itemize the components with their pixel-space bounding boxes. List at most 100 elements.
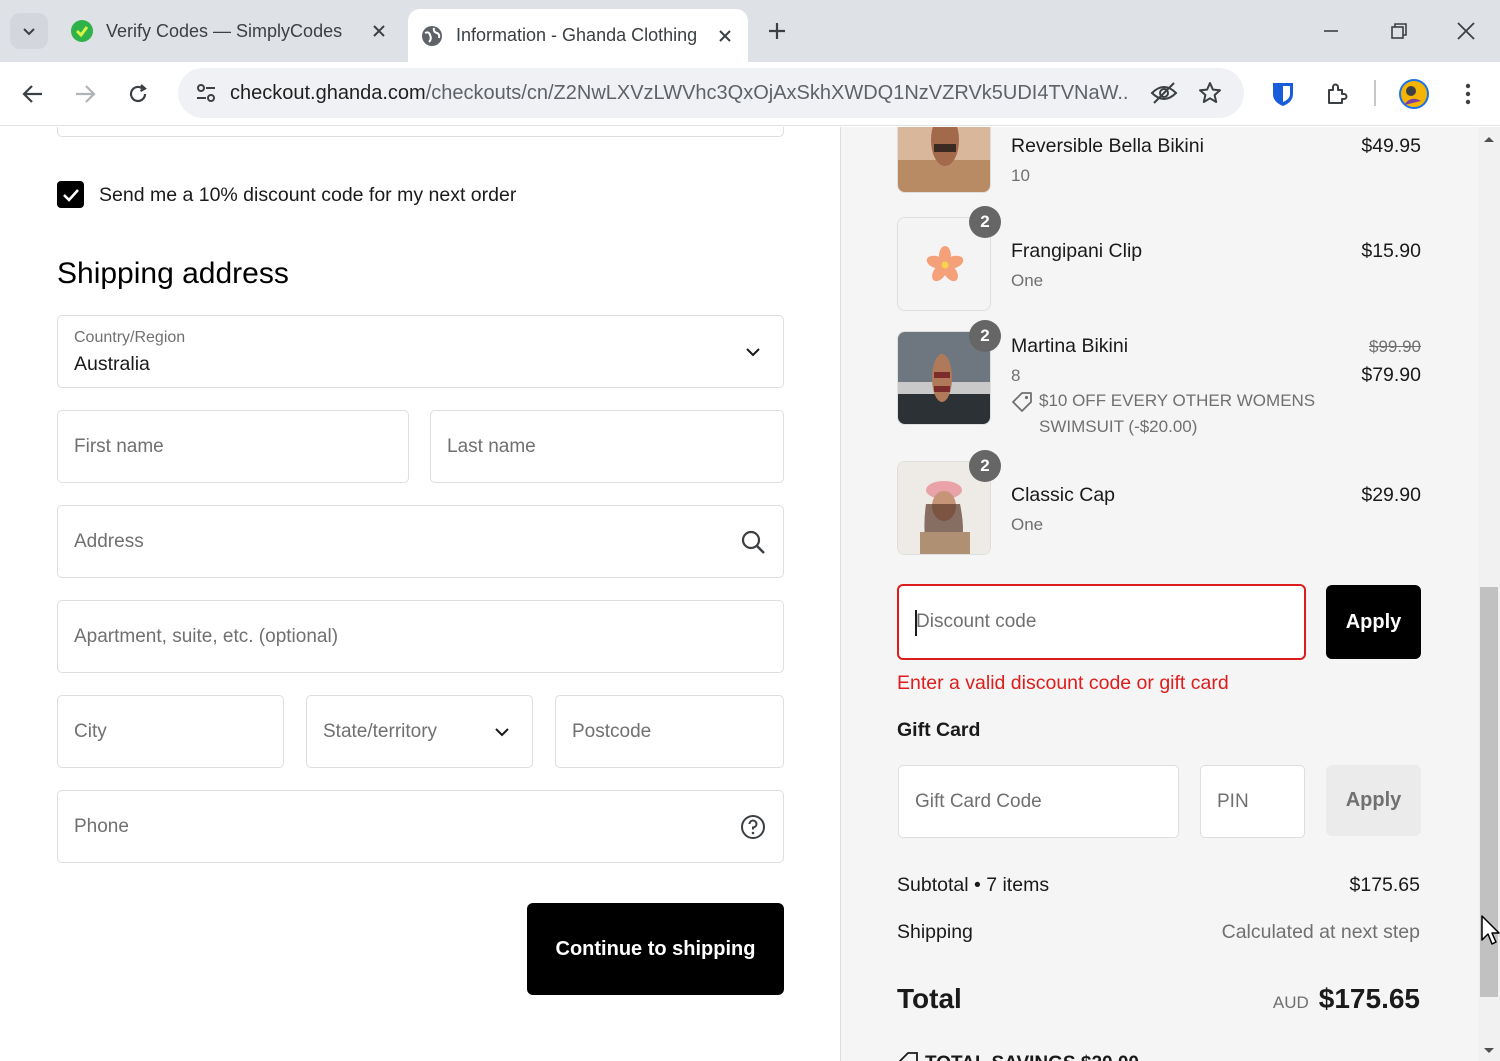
more-menu-icon[interactable] xyxy=(1448,74,1488,114)
restore-button[interactable] xyxy=(1379,12,1419,50)
close-window-button[interactable] xyxy=(1446,12,1486,50)
discount-code-input[interactable]: Discount code xyxy=(897,584,1306,660)
quantity-badge: 2 xyxy=(969,206,1001,238)
tag-icon xyxy=(1012,392,1032,412)
phone-field[interactable]: Phone xyxy=(57,790,784,863)
postcode-field[interactable]: Postcode xyxy=(555,695,784,768)
tag-icon xyxy=(898,1052,918,1061)
close-icon[interactable] xyxy=(712,23,738,49)
tab-simplycodes[interactable]: Verify Codes — SimplyCodes xyxy=(58,9,402,53)
state-select[interactable]: State/territory xyxy=(306,695,533,768)
order-summary: Reversible Bella Bikini 10 $49.95 2 Fran… xyxy=(840,127,1478,1061)
quantity-badge: 2 xyxy=(969,450,1001,482)
last-name-field[interactable]: Last name xyxy=(430,410,784,483)
total-savings-text: TOTAL SAVINGS $20.00 xyxy=(925,1053,1139,1061)
profile-avatar[interactable] xyxy=(1394,74,1434,114)
scroll-up-arrow-icon[interactable] xyxy=(1483,135,1495,143)
extensions-icon[interactable] xyxy=(1317,74,1357,114)
tab-search-button[interactable] xyxy=(10,13,48,49)
minimize-button[interactable] xyxy=(1311,12,1351,50)
gift-card-code-input[interactable]: Gift Card Code xyxy=(898,765,1179,838)
url-path: /checkouts/cn/Z2NwLXVzLWVhc3QxOjAxSkhXWD… xyxy=(425,82,1130,104)
url-text: checkout.ghanda.com/checkouts/cn/Z2NwLXV… xyxy=(230,82,1130,105)
arrow-left-icon xyxy=(22,85,42,103)
last-name-placeholder: Last name xyxy=(447,435,536,457)
checkout-form: Send me a 10% discount code for my next … xyxy=(0,127,840,1061)
item-name: Reversible Bella Bikini xyxy=(1011,135,1204,157)
gift-card-code-placeholder: Gift Card Code xyxy=(915,790,1042,812)
tab-ghanda[interactable]: Information - Ghanda Clothing xyxy=(408,9,748,62)
gift-card-heading: Gift Card xyxy=(897,719,981,741)
line-item: Reversible Bella Bikini 10 $49.95 xyxy=(897,127,1421,195)
chevron-down-icon xyxy=(488,718,516,746)
line-item: 2 Classic Cap One $29.90 xyxy=(897,450,1421,561)
scroll-down-arrow-icon[interactable] xyxy=(1483,1047,1495,1055)
forward-button[interactable] xyxy=(65,74,105,114)
apply-gift-card-button[interactable]: Apply xyxy=(1326,765,1421,836)
gift-card-pin-input[interactable]: PIN xyxy=(1200,765,1305,838)
item-price: $79.90 xyxy=(1361,364,1421,386)
checkmark-icon xyxy=(62,188,79,202)
newsletter-checkbox[interactable] xyxy=(57,181,84,208)
reload-icon xyxy=(129,84,147,103)
shipping-label: Shipping xyxy=(897,921,973,943)
total-currency: AUD xyxy=(1272,993,1309,1012)
total-amount: AUD $175.65 xyxy=(1273,983,1420,1015)
line-item: 2 Frangipani Clip One $15.90 xyxy=(897,206,1421,317)
text-cursor xyxy=(915,610,917,636)
country-select[interactable]: Country/Region Australia xyxy=(57,315,784,388)
apartment-placeholder: Apartment, suite, etc. (optional) xyxy=(74,625,339,647)
item-variant: 10 xyxy=(1011,166,1030,185)
gift-card-pin-placeholder: PIN xyxy=(1217,790,1249,812)
city-placeholder: City xyxy=(74,720,107,742)
continue-to-shipping-button[interactable]: Continue to shipping xyxy=(527,903,784,995)
discount-error-message: Enter a valid discount code or gift card xyxy=(897,672,1229,694)
discount-code-placeholder: Discount code xyxy=(916,611,1037,632)
country-label: Country/Region xyxy=(74,329,186,346)
chevron-down-icon xyxy=(23,28,35,36)
email-field[interactable] xyxy=(57,127,784,137)
total-savings: TOTAL SAVINGS $20.00 xyxy=(897,1051,1139,1061)
address-field[interactable]: Address xyxy=(57,505,784,578)
phone-placeholder: Phone xyxy=(74,815,129,837)
bitwarden-extension-icon[interactable] xyxy=(1263,74,1303,114)
browser-toolbar: checkout.ghanda.com/checkouts/cn/Z2NwLXV… xyxy=(0,62,1500,126)
discount-note-text: $10 OFF EVERY OTHER WOMENS SWIMSUIT (-$2… xyxy=(1039,391,1316,436)
line-item: 2 Martina Bikini 8 $10 OFF EVERY OTHER W… xyxy=(897,320,1421,451)
total-value: $175.65 xyxy=(1318,983,1420,1014)
help-circle-icon[interactable] xyxy=(739,813,767,841)
plus-icon xyxy=(769,23,785,39)
globe-icon xyxy=(422,25,442,46)
item-price: $15.90 xyxy=(1361,240,1421,262)
item-name: Frangipani Clip xyxy=(1011,240,1143,262)
item-variant: One xyxy=(1011,271,1044,290)
address-bar[interactable]: checkout.ghanda.com/checkouts/cn/Z2NwLXV… xyxy=(178,68,1244,118)
back-button[interactable] xyxy=(13,74,53,114)
apply-discount-button[interactable]: Apply xyxy=(1326,585,1421,659)
product-thumbnail xyxy=(897,127,991,193)
minimize-icon xyxy=(1324,30,1338,32)
search-icon xyxy=(739,528,767,556)
item-name: Classic Cap xyxy=(1011,484,1116,506)
postcode-placeholder: Postcode xyxy=(572,720,652,742)
discount-note: $10 OFF EVERY OTHER WOMENS SWIMSUIT (-$2… xyxy=(1011,388,1321,440)
quantity-badge: 2 xyxy=(969,320,1001,352)
star-icon[interactable] xyxy=(1194,77,1226,109)
city-field[interactable]: City xyxy=(57,695,284,768)
simplycodes-icon xyxy=(71,20,93,42)
url-host: checkout.ghanda.com xyxy=(230,82,426,104)
eye-slash-icon[interactable] xyxy=(1148,77,1180,109)
new-tab-button[interactable] xyxy=(762,16,792,46)
newsletter-label: Send me a 10% discount code for my next … xyxy=(99,184,517,206)
first-name-field[interactable]: First name xyxy=(57,410,409,483)
reload-button[interactable] xyxy=(118,74,158,114)
shipping-address-heading: Shipping address xyxy=(57,257,289,290)
item-name: Martina Bikini xyxy=(1011,335,1129,357)
close-icon[interactable] xyxy=(366,18,392,44)
site-settings-icon[interactable] xyxy=(188,75,224,111)
subtotal-value: $175.65 xyxy=(1349,874,1421,896)
apartment-field[interactable]: Apartment, suite, etc. (optional) xyxy=(57,600,784,673)
tab-title: Verify Codes — SimplyCodes xyxy=(106,20,343,41)
shipping-value: Calculated at next step xyxy=(1221,921,1420,943)
item-variant: 8 xyxy=(1011,366,1021,385)
